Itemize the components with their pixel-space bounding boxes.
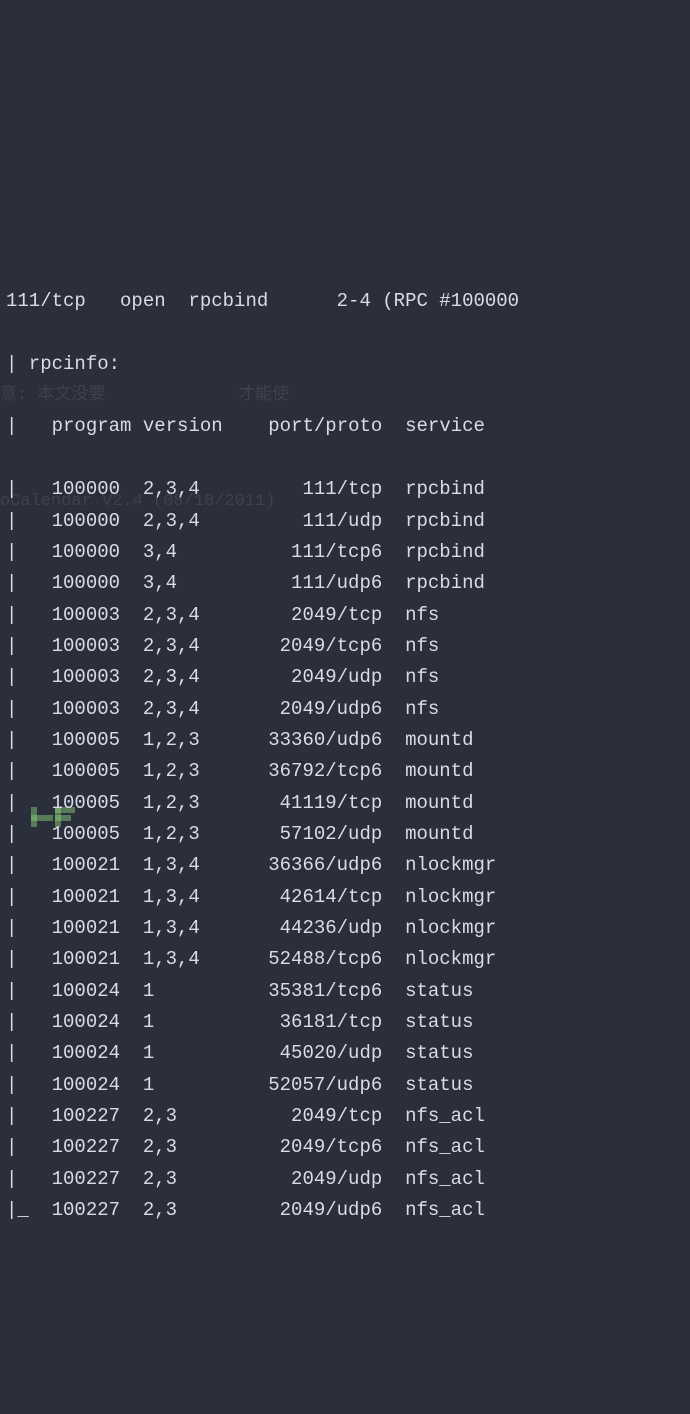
table-row: | 100005 1,2,3 36792/tcp6 mountd bbox=[6, 756, 684, 787]
col-service: service bbox=[405, 415, 485, 437]
rpcinfo-header: | rpcinfo: bbox=[6, 349, 684, 380]
table-row: | 100024 1 45020/udp status bbox=[6, 1038, 684, 1069]
col-portproto: port/proto bbox=[268, 415, 382, 437]
table-row: | 100021 1,3,4 44236/udp nlockmgr bbox=[6, 913, 684, 944]
table-row: | 100000 2,3,4 111/udp rpcbind bbox=[6, 506, 684, 537]
table-row: | 100021 1,3,4 42614/tcp nlockmgr bbox=[6, 882, 684, 913]
table-row: | 100021 1,3,4 52488/tcp6 nlockmgr bbox=[6, 944, 684, 975]
table-row: | 100227 2,3 2049/tcp nfs_acl bbox=[6, 1101, 684, 1132]
table-row: | 100021 1,3,4 36366/udp6 nlockmgr bbox=[6, 850, 684, 881]
table-row: | 100005 1,2,3 33360/udp6 mountd bbox=[6, 725, 684, 756]
table-row: | 100003 2,3,4 2049/udp6 nfs bbox=[6, 694, 684, 725]
table-row: | 100227 2,3 2049/udp nfs_acl bbox=[6, 1164, 684, 1195]
table-row: | 100003 2,3,4 2049/udp nfs bbox=[6, 662, 684, 693]
table-row: | 100005 1,2,3 41119/tcp mountd bbox=[6, 788, 684, 819]
table-row: | 100024 1 52057/udp6 status bbox=[6, 1070, 684, 1101]
table-row: |_ 100227 2,3 2049/udp6 nfs_acl bbox=[6, 1195, 684, 1226]
table-row: | 100000 2,3,4 111/tcp rpcbind bbox=[6, 474, 684, 505]
table-row: | 100227 2,3 2049/tcp6 nfs_acl bbox=[6, 1132, 684, 1163]
port-header-line: 111/tcp open rpcbind 2-4 (RPC #100000 bbox=[6, 286, 684, 317]
table-row: | 100024 1 35381/tcp6 status bbox=[6, 976, 684, 1007]
table-row: | 100003 2,3,4 2049/tcp6 nfs bbox=[6, 631, 684, 662]
col-version: version bbox=[143, 415, 223, 437]
table-row: | 100024 1 36181/tcp status bbox=[6, 1007, 684, 1038]
table-row: | 100000 3,4 111/tcp6 rpcbind bbox=[6, 537, 684, 568]
col-program: program bbox=[52, 415, 132, 437]
table-row: | 100003 2,3,4 2049/tcp nfs bbox=[6, 600, 684, 631]
column-header: | program version port/proto service bbox=[6, 411, 684, 442]
table-row: | 100000 3,4 111/udp6 rpcbind bbox=[6, 568, 684, 599]
